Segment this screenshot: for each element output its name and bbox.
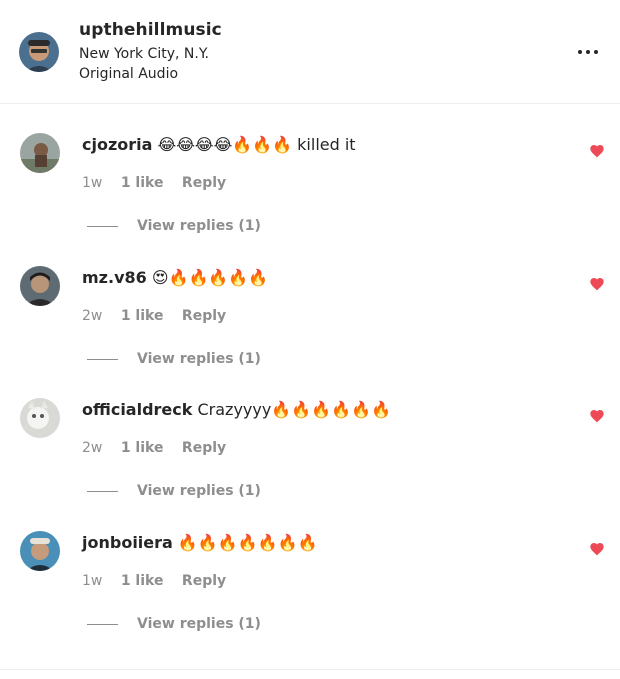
comment-time: 2w: [82, 308, 103, 324]
heart-filled-icon[interactable]: [589, 541, 605, 557]
view-replies-button[interactable]: View replies (1): [87, 616, 261, 632]
commenter-avatar[interactable]: [20, 531, 60, 571]
comment-item: cjozoria 😂😂😂😂🔥🔥🔥 killed it 1w 1 like Rep…: [0, 133, 620, 266]
commenter-avatar[interactable]: [20, 266, 60, 306]
comment-text: 😍🔥🔥🔥🔥🔥: [151, 268, 269, 287]
author-avatar[interactable]: [19, 32, 59, 72]
view-replies-button[interactable]: View replies (1): [87, 351, 261, 367]
replies-divider: [87, 490, 118, 492]
comment-text: 😂😂😂😂🔥🔥🔥 killed it: [157, 135, 356, 154]
comment-likes[interactable]: 1 like: [121, 440, 164, 456]
comment-likes[interactable]: 1 like: [121, 308, 164, 324]
reply-button[interactable]: Reply: [182, 573, 226, 589]
reply-button[interactable]: Reply: [182, 175, 226, 191]
post-audio[interactable]: Original Audio: [79, 66, 178, 82]
commenter-username[interactable]: jonboiiera: [82, 533, 173, 552]
reply-button[interactable]: Reply: [182, 440, 226, 456]
view-replies-label: View replies (1): [137, 218, 261, 234]
comment-meta: 1w 1 like Reply: [82, 573, 240, 589]
view-replies-label: View replies (1): [137, 351, 261, 367]
heart-filled-icon[interactable]: [589, 408, 605, 424]
comment-text: 🔥🔥🔥🔥🔥🔥🔥: [177, 533, 318, 552]
heart-filled-icon[interactable]: [589, 143, 605, 159]
comment-meta: 2w 1 like Reply: [82, 308, 240, 324]
comment-time: 2w: [82, 440, 103, 456]
replies-divider: [87, 623, 118, 625]
comment-item: officialdreck Crazyyyy🔥🔥🔥🔥🔥🔥 2w 1 like R…: [0, 398, 620, 531]
replies-divider: [87, 358, 118, 360]
comment-meta: 2w 1 like Reply: [82, 440, 240, 456]
commenter-avatar[interactable]: [20, 133, 60, 173]
comment-time: 1w: [82, 573, 103, 589]
comment-likes[interactable]: 1 like: [121, 175, 164, 191]
more-horizontal-icon: [578, 50, 582, 54]
more-options-button[interactable]: [576, 42, 600, 62]
view-replies-button[interactable]: View replies (1): [87, 218, 261, 234]
commenter-username[interactable]: officialdreck: [82, 400, 192, 419]
post-location[interactable]: New York City, N.Y.: [79, 46, 209, 62]
heart-filled-icon[interactable]: [589, 276, 605, 292]
comment-time: 1w: [82, 175, 103, 191]
comments-bottom-divider: [0, 669, 620, 670]
commenter-username[interactable]: mz.v86: [82, 268, 147, 287]
post-header: upthehillmusic New York City, N.Y. Origi…: [0, 0, 620, 104]
comment-item: jonboiiera 🔥🔥🔥🔥🔥🔥🔥 1w 1 like Reply View …: [0, 531, 620, 664]
author-username[interactable]: upthehillmusic: [79, 20, 222, 40]
comment-item: mz.v86 😍🔥🔥🔥🔥🔥 2w 1 like Reply View repli…: [0, 266, 620, 399]
comment-likes[interactable]: 1 like: [121, 573, 164, 589]
commenter-username[interactable]: cjozoria: [82, 135, 152, 154]
commenter-avatar[interactable]: [20, 398, 60, 438]
replies-divider: [87, 225, 118, 227]
view-replies-label: View replies (1): [137, 483, 261, 499]
view-replies-button[interactable]: View replies (1): [87, 483, 261, 499]
reply-button[interactable]: Reply: [182, 308, 226, 324]
view-replies-label: View replies (1): [137, 616, 261, 632]
comment-meta: 1w 1 like Reply: [82, 175, 240, 191]
comment-text: Crazyyyy🔥🔥🔥🔥🔥🔥: [197, 400, 391, 419]
